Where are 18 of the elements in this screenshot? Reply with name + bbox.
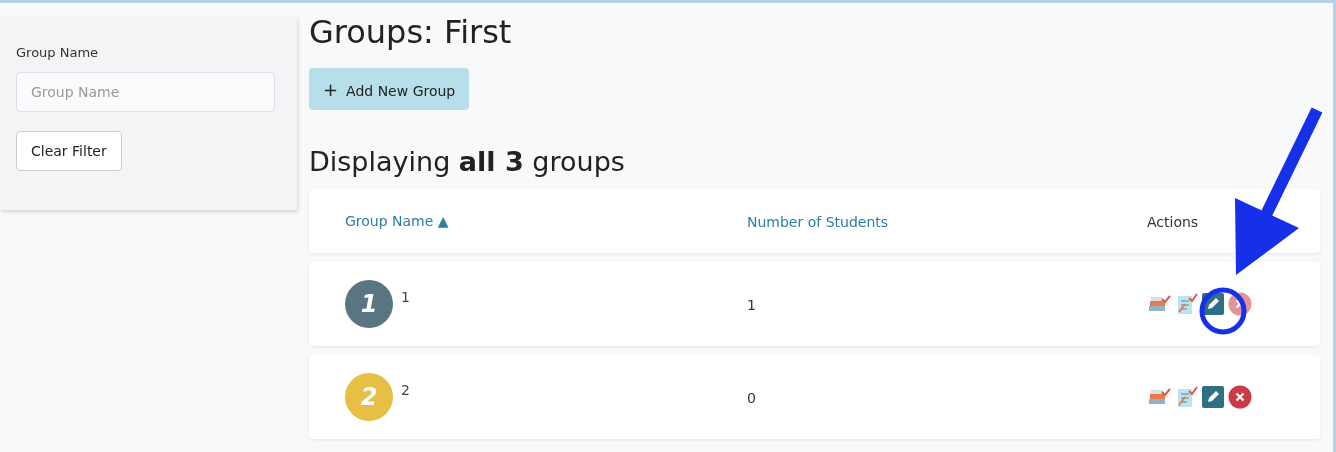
- page-title: Groups: First: [309, 13, 512, 51]
- column-header: Actions: [1147, 213, 1199, 230]
- delete-icon[interactable]: [1228, 385, 1252, 409]
- table-cell: 1: [747, 296, 756, 313]
- summary-heading: Displaying all 3 groups: [309, 146, 625, 177]
- table-cell: 0: [747, 389, 756, 406]
- column-header[interactable]: Group Name ▲: [345, 213, 449, 229]
- field-label: Group Name: [16, 45, 99, 60]
- group-badge: 1: [345, 280, 393, 328]
- column-header[interactable]: Number of Students: [747, 213, 889, 230]
- circle-annotation: [1199, 287, 1247, 335]
- table-cell: 1: [401, 289, 410, 305]
- table-cell: 2: [401, 382, 410, 398]
- clear-filter-button[interactable]: Clear Filter: [16, 131, 122, 171]
- group-name-field[interactable]: Group Name: [16, 72, 275, 112]
- group-badge: 2: [345, 373, 393, 421]
- edit-icon[interactable]: [1201, 385, 1225, 409]
- add-group-button[interactable]: + Add New Group: [309, 68, 470, 110]
